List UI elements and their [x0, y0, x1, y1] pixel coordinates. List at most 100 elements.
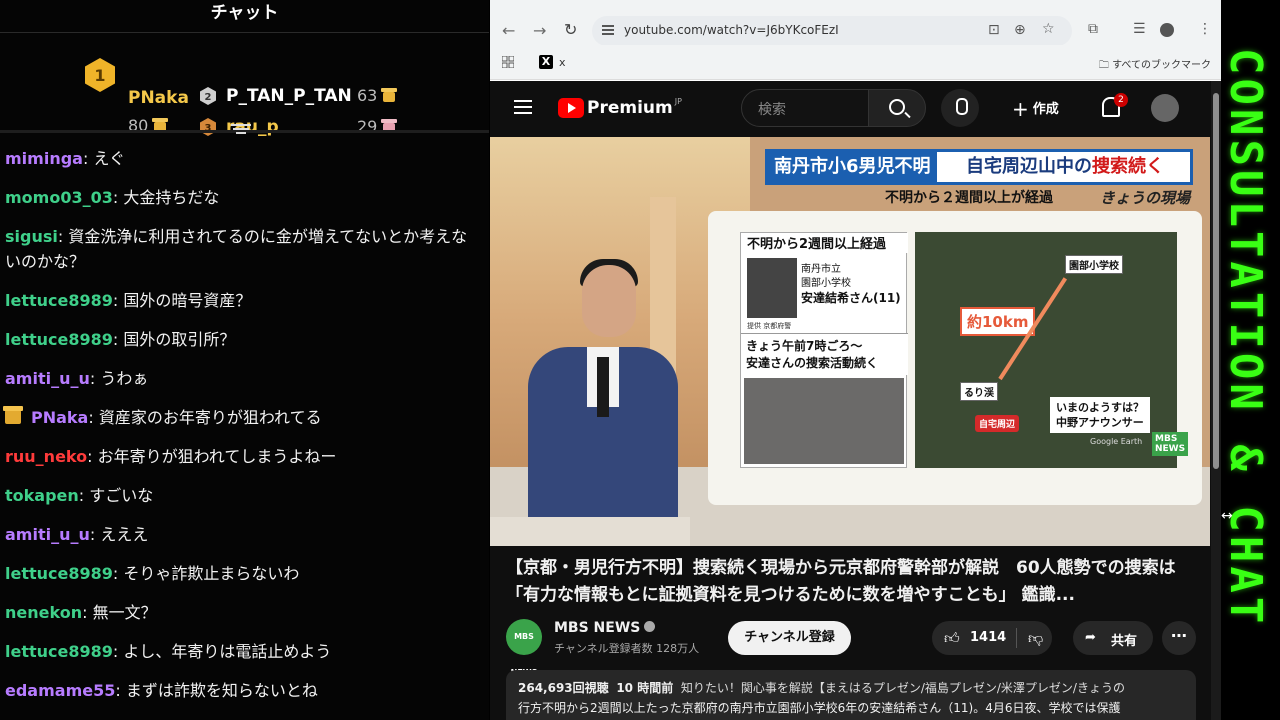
- youtube-play-icon: [558, 97, 584, 118]
- site-settings-icon[interactable]: [602, 25, 614, 35]
- leader-2-count: 63: [357, 86, 398, 105]
- zoom-icon[interactable]: ⊕: [1014, 22, 1026, 38]
- chat-text: 無一文？: [92, 603, 157, 622]
- guide-menu-icon[interactable]: [514, 100, 532, 118]
- like-icon[interactable]: 👍︎: [944, 629, 960, 648]
- chat-text: 大金持ちだな: [123, 188, 220, 207]
- reload-icon[interactable]: ↻: [564, 20, 577, 39]
- dislike-icon[interactable]: 👎︎: [1028, 629, 1043, 648]
- verified-icon: [644, 621, 656, 632]
- news-desk: [490, 517, 690, 546]
- chat-username[interactable]: miminga: [5, 149, 83, 168]
- search-button[interactable]: [868, 89, 926, 127]
- share-icon: ➦: [1085, 630, 1096, 645]
- more-actions-icon[interactable]: ⋯: [1162, 621, 1196, 655]
- channel-name[interactable]: MBS NEWS: [554, 620, 656, 636]
- chat-message: sigusi: 資金洗浄に利用されてるのに金が増えてないとか考えないのかな？: [5, 227, 468, 271]
- chat-message: lettuce8989: よし、年寄りは電話止めよう: [5, 642, 332, 661]
- bookmarks-bar: X x 🗀 すべてのブックマーク: [490, 45, 1221, 80]
- rank-1-medal-icon: 1: [85, 58, 115, 92]
- url-text[interactable]: youtube.com/watch?v=J6bYKcoFEzI: [624, 23, 839, 37]
- youtube-page: Premium JP 検索 + 作成 2 南丹市小6男児不明 自宅周辺山中の捜索続く: [490, 81, 1221, 720]
- anchor-tie: [597, 357, 609, 417]
- like-count[interactable]: 1414: [970, 630, 1006, 645]
- leader-3-count: 29: [357, 117, 398, 136]
- chat-username[interactable]: nenekon: [5, 603, 82, 622]
- chat-text: よし、年寄りは電話止めよう: [123, 642, 332, 661]
- scrollbar-thumb[interactable]: [1213, 93, 1219, 469]
- create-button[interactable]: + 作成: [1012, 97, 1059, 121]
- video-description[interactable]: 264,693回視聴 10 時間前 知りたい！関心事を解説【まえはるプレゼン/福…: [506, 670, 1196, 720]
- chat-username[interactable]: lettuce8989: [5, 564, 113, 583]
- search-icon: [889, 99, 905, 115]
- browser-menu-icon[interactable]: ⋮: [1198, 21, 1212, 37]
- banner-title: CONSULTATION & CHAT: [1221, 48, 1271, 628]
- forward-icon[interactable]: →: [533, 21, 546, 40]
- chat-text: そりゃ詐欺止まらないわ: [123, 564, 300, 583]
- svg-text:2: 2: [205, 92, 212, 103]
- notification-count-badge: 2: [1114, 93, 1128, 107]
- back-icon[interactable]: ←: [502, 21, 515, 40]
- chat-text: すごいな: [89, 486, 154, 505]
- chat-username[interactable]: amiti_u_u: [5, 525, 90, 544]
- stream-side-banner: CONSULTATION & CHAT: [1221, 0, 1280, 720]
- chat-username[interactable]: PNaka: [31, 408, 88, 427]
- like-divider: [1016, 628, 1017, 648]
- chat-message: ruu_neko: お年寄りが狙われてしまうよねー: [5, 447, 337, 466]
- browser-window: ← → ↻ youtube.com/watch?v=J6bYKcoFEzI ⊡ …: [490, 0, 1221, 720]
- subscribe-button[interactable]: チャンネル登録: [728, 621, 851, 655]
- extensions-icon[interactable]: ⧉: [1088, 21, 1098, 37]
- chat-message: tokapen: すごいな: [5, 486, 154, 505]
- chat-username[interactable]: lettuce8989: [5, 330, 113, 349]
- chat-text: 国外の取引所？: [123, 330, 236, 349]
- chat-text: お年寄りが狙われてしまうよねー: [97, 447, 337, 466]
- chat-message: nenekon: 無一文？: [5, 603, 157, 622]
- anchor-face: [582, 265, 636, 337]
- chat-message: momo03_03: 大金持ちだな: [5, 188, 220, 207]
- bookmark-x[interactable]: x: [559, 56, 566, 69]
- video-player[interactable]: 南丹市小6男児不明 自宅周辺山中の捜索続く 不明から２週間以上が経過 きょうの現…: [490, 137, 1210, 546]
- address-bar[interactable]: youtube.com/watch?v=J6bYKcoFEzI ⊡ ⊕ ☆: [592, 16, 1072, 46]
- share-button[interactable]: ➦ 共有: [1073, 621, 1153, 655]
- apps-grid-icon[interactable]: [502, 56, 514, 68]
- chat-username[interactable]: amiti_u_u: [5, 369, 90, 388]
- chat-username[interactable]: lettuce8989: [5, 642, 113, 661]
- account-avatar[interactable]: [1151, 94, 1179, 122]
- search-party-photo: [744, 378, 904, 464]
- search-input[interactable]: 検索: [741, 89, 869, 127]
- youtube-premium-logo[interactable]: Premium JP: [558, 97, 682, 119]
- voice-search-icon[interactable]: [941, 89, 979, 127]
- browser-toolbar: ← → ↻ youtube.com/watch?v=J6bYKcoFEzI ⊡ …: [490, 0, 1221, 46]
- chat-title: チャット: [0, 0, 489, 33]
- collapse-leaderboard-icon[interactable]: [231, 122, 251, 140]
- youtube-header: Premium JP 検索 + 作成 2: [490, 81, 1221, 137]
- news-subhead: 不明から２週間以上が経過: [885, 190, 1053, 206]
- chat-username[interactable]: lettuce8989: [5, 291, 113, 310]
- bookmark-star-icon[interactable]: ☆: [1042, 21, 1055, 37]
- leader-2-name[interactable]: P_TAN_P_TAN: [226, 86, 352, 106]
- missing-child-info: 不明から2週間以上経過 南丹市立 園部小学校 安達結希さん(11) 提供 京都府警 …: [740, 232, 908, 468]
- chat-username[interactable]: ruu_neko: [5, 447, 87, 466]
- chat-username[interactable]: sigusi: [5, 227, 58, 246]
- install-app-icon[interactable]: ⊡: [988, 22, 1000, 38]
- mbs-news-logo: MBS NEWS: [1152, 432, 1189, 456]
- news-headline: 南丹市小6男児不明 自宅周辺山中の捜索続く: [765, 149, 1193, 185]
- chat-message: lettuce8989: 国外の取引所？: [5, 330, 236, 349]
- chat-message: lettuce8989: 国外の暗号資産？: [5, 291, 252, 310]
- satellite-map: 園部小学校 約10km るり渓 自宅周辺 いまのようすは？ 中野アナウンサー Go…: [915, 232, 1189, 468]
- channel-avatar[interactable]: MBS NEWS: [506, 619, 542, 677]
- reading-list-icon[interactable]: ☰: [1133, 21, 1146, 37]
- x-favicon-icon[interactable]: X: [539, 55, 553, 69]
- chat-username[interactable]: tokapen: [5, 486, 79, 505]
- like-dislike-bar: 👍︎ 1414 👎︎: [932, 621, 1052, 655]
- subscriber-count: チャンネル登録者数 128万人: [554, 642, 700, 655]
- leader-1-name[interactable]: PNaka: [128, 88, 189, 108]
- all-bookmarks-folder[interactable]: 🗀 すべてのブックマーク: [1099, 56, 1211, 75]
- chat-text: 資金洗浄に利用されてるのに金が増えてないとか考えないのかな？: [5, 227, 468, 271]
- page-scrollbar[interactable]: [1211, 81, 1221, 720]
- corner-title: きょうの現場: [1100, 189, 1191, 207]
- chat-username[interactable]: edamame55: [5, 681, 115, 700]
- profile-icon[interactable]: [1160, 23, 1174, 37]
- chat-username[interactable]: momo03_03: [5, 188, 113, 207]
- chat-text: 国外の暗号資産？: [123, 291, 252, 310]
